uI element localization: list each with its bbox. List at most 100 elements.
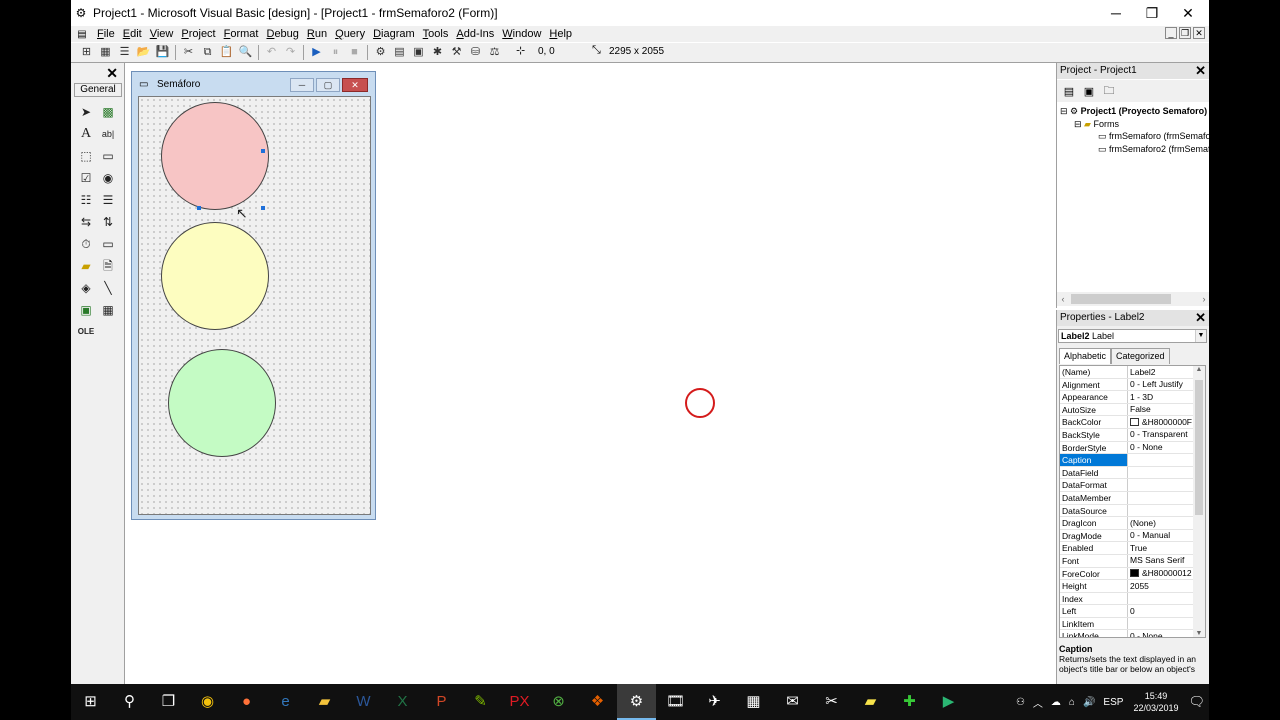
property-row[interactable]: DataMember xyxy=(1060,491,1205,505)
save-project-icon[interactable]: 💾 xyxy=(153,44,172,61)
tab-alphabetic[interactable]: Alphabetic xyxy=(1059,348,1112,364)
end-icon[interactable]: ■ xyxy=(345,44,364,61)
excel-icon[interactable]: X xyxy=(383,684,422,720)
properties-close-icon[interactable]: ✕ xyxy=(1195,310,1206,326)
property-row[interactable]: LinkMode 0 - None xyxy=(1060,630,1205,637)
property-row[interactable]: DragMode 0 - Manual xyxy=(1060,529,1205,543)
toolbox-close-icon[interactable]: ✕ xyxy=(106,65,118,82)
movie-maker-icon[interactable]: 🎞 xyxy=(656,684,695,720)
property-row[interactable]: Alignment 0 - Left Justify xyxy=(1060,378,1205,392)
properties-window-icon[interactable]: ▤ xyxy=(390,44,409,61)
yellow-light-shape[interactable] xyxy=(161,222,269,330)
snipping-tool-icon[interactable]: ✂ xyxy=(812,684,851,720)
property-value[interactable]: 0 xyxy=(1128,605,1192,617)
menu-editor-icon[interactable]: ☰ xyxy=(115,44,134,61)
property-row[interactable]: Left 0 xyxy=(1060,605,1205,618)
property-value[interactable]: MS Sans Serif xyxy=(1128,555,1192,567)
menu-project[interactable]: Project xyxy=(177,27,219,41)
form-designer-window[interactable]: ▭ Semáforo ─ ▢ ✕ xyxy=(131,71,376,520)
terminal-app-icon[interactable]: ▶ xyxy=(929,684,968,720)
volume-icon[interactable]: 🔊 xyxy=(1079,697,1099,708)
show-hidden-icons-icon[interactable]: ︿ xyxy=(1029,695,1047,710)
property-value[interactable]: 1 - 3D xyxy=(1128,391,1192,403)
toolbox-general-tab[interactable]: General xyxy=(74,83,122,97)
frame-icon[interactable]: ⬚ xyxy=(75,145,97,167)
ole-icon[interactable]: OLE xyxy=(75,321,97,343)
project-horizontal-scrollbar[interactable]: ‹ › xyxy=(1057,292,1209,306)
selection-handle[interactable] xyxy=(197,206,201,210)
pointer-icon[interactable]: ➤ xyxy=(75,101,97,123)
design-area[interactable]: ▭ Semáforo ─ ▢ ✕ ↖ xyxy=(126,63,1055,684)
chrome-icon[interactable]: ◉ xyxy=(188,684,227,720)
view-object-icon[interactable]: ▣ xyxy=(1081,85,1097,98)
menu-format[interactable]: Format xyxy=(220,27,263,41)
component-manager-icon[interactable]: ⚖ xyxy=(485,44,504,61)
scroll-right-icon[interactable]: › xyxy=(1198,292,1209,306)
notifications-icon[interactable]: 🗨 xyxy=(1184,694,1209,710)
timer-icon[interactable]: ⏱ xyxy=(75,233,97,255)
redo-icon[interactable]: ↷ xyxy=(281,44,300,61)
property-value[interactable] xyxy=(1128,492,1192,504)
edge-icon[interactable]: e xyxy=(266,684,305,720)
menu-file[interactable]: File xyxy=(93,27,119,41)
property-value[interactable]: &H8000000F xyxy=(1128,416,1192,428)
tab-categorized[interactable]: Categorized xyxy=(1111,348,1170,364)
menu-help[interactable]: Help xyxy=(545,27,576,41)
red-light-shape[interactable] xyxy=(161,102,269,210)
restore-button[interactable]: ❐ xyxy=(1134,0,1170,26)
project-explorer-close-icon[interactable]: ✕ xyxy=(1195,63,1206,79)
view-code-icon[interactable]: ▤ xyxy=(1061,85,1077,98)
property-value[interactable]: False xyxy=(1128,404,1192,416)
selection-handle[interactable] xyxy=(261,206,265,210)
people-icon[interactable]: ⚇ xyxy=(1012,697,1029,708)
form-client-area[interactable] xyxy=(138,96,371,515)
tree-node-form[interactable]: ▭ frmSemaforo (frmSemaforo) xyxy=(1060,130,1209,143)
px-app-icon[interactable]: PX xyxy=(500,684,539,720)
mdi-restore-button[interactable]: ❐ xyxy=(1179,27,1191,39)
toggle-folders-icon[interactable]: 🗀 xyxy=(1101,82,1117,101)
green-light-shape[interactable] xyxy=(168,349,276,457)
toolbox-icon[interactable]: ⚒ xyxy=(447,44,466,61)
search-icon[interactable]: ⚲ xyxy=(110,684,149,720)
property-row[interactable]: Font MS Sans Serif xyxy=(1060,554,1205,568)
property-row[interactable]: Appearance 1 - 3D xyxy=(1060,391,1205,404)
menu-run[interactable]: Run xyxy=(303,27,331,41)
scroll-up-icon[interactable]: ▲ xyxy=(1193,366,1205,373)
tree-node-form[interactable]: ▭ frmSemaforo2 (frmSemaforo2) xyxy=(1060,143,1209,156)
property-value[interactable]: 0 - Left Justify xyxy=(1128,379,1192,391)
property-value[interactable]: Label2 xyxy=(1128,366,1192,378)
copy-icon[interactable]: ⧉ xyxy=(198,44,217,61)
mail-icon[interactable]: ✉ xyxy=(773,684,812,720)
paste-icon[interactable]: 📋 xyxy=(217,44,236,61)
checkbox-icon[interactable]: ☑ xyxy=(75,167,97,189)
image-icon[interactable]: ▣ xyxy=(75,299,97,321)
drivelistbox-icon[interactable]: ▭ xyxy=(97,233,119,255)
property-value[interactable]: (None) xyxy=(1128,517,1192,529)
fox-app-icon[interactable]: ❖ xyxy=(578,684,617,720)
undo-icon[interactable]: ↶ xyxy=(262,44,281,61)
break-icon[interactable]: ⏸ xyxy=(326,44,345,61)
line-icon[interactable]: ╲ xyxy=(97,277,119,299)
property-row[interactable]: Enabled True xyxy=(1060,542,1205,555)
minimize-button[interactable]: ─ xyxy=(1098,0,1134,26)
property-row[interactable]: (Name) Label2 xyxy=(1060,366,1205,379)
property-value[interactable]: 0 - None xyxy=(1128,442,1192,454)
object-selector[interactable]: Label2 Label ▼ xyxy=(1058,329,1207,343)
language-indicator[interactable]: ESP xyxy=(1099,697,1127,708)
property-row[interactable]: Caption xyxy=(1060,454,1205,467)
menu-view[interactable]: View xyxy=(146,27,178,41)
chevron-down-icon[interactable]: ▼ xyxy=(1195,330,1206,342)
optionbutton-icon[interactable]: ◉ xyxy=(97,167,119,189)
onedrive-icon[interactable]: ☁ xyxy=(1047,697,1065,708)
form-minimize-button[interactable]: ─ xyxy=(290,78,314,92)
network-icon[interactable]: ⌂ xyxy=(1065,697,1079,708)
combobox-icon[interactable]: ☷ xyxy=(75,189,97,211)
scroll-left-icon[interactable]: ‹ xyxy=(1057,292,1069,306)
object-browser-icon[interactable]: ✱ xyxy=(428,44,447,61)
data-view-icon[interactable]: ⛁ xyxy=(466,44,485,61)
menu-tools[interactable]: Tools xyxy=(419,27,453,41)
start-icon[interactable]: ▶ xyxy=(307,44,326,61)
property-value[interactable]: 0 - None xyxy=(1128,630,1192,637)
property-row[interactable]: LinkItem xyxy=(1060,617,1205,631)
scroll-thumb[interactable] xyxy=(1071,294,1171,304)
